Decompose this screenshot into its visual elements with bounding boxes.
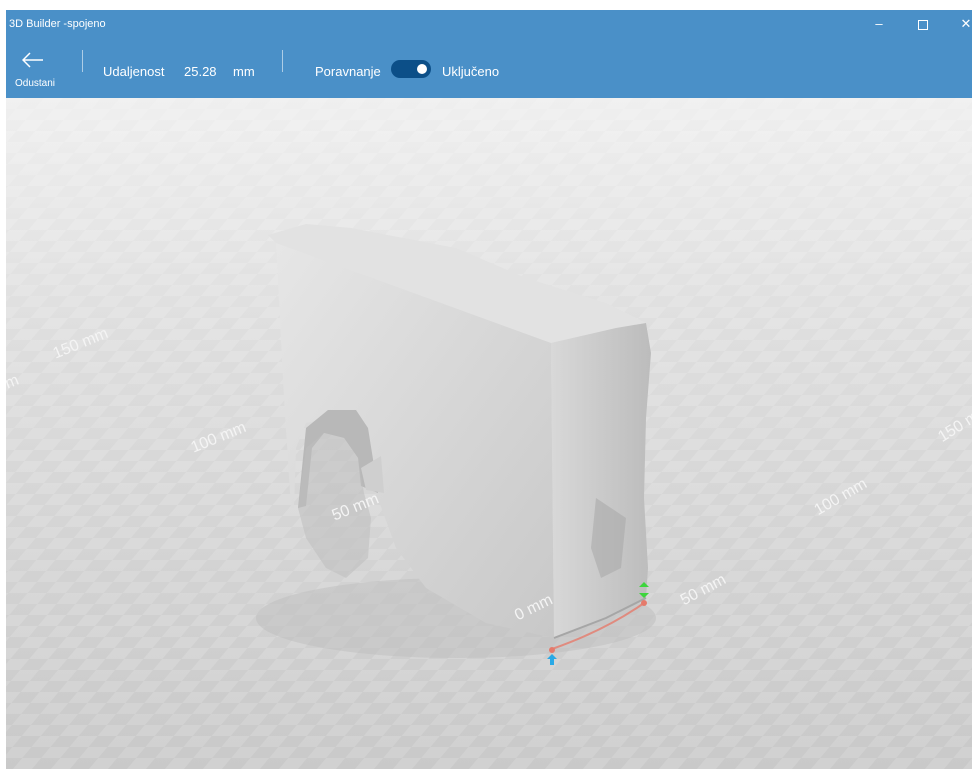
toolbar-divider — [82, 50, 83, 72]
measure-end-point[interactable] — [641, 600, 647, 606]
measure-toolbar: Odustani Udaljenost 25.28 mm Poravnanje … — [6, 40, 972, 98]
distance-label: Udaljenost — [103, 64, 165, 79]
scene-canvas[interactable] — [6, 98, 972, 769]
app-window: 3D Builder -spojeno – ✕ Odustani Udaljen… — [6, 10, 972, 769]
distance-value: 25.28 — [184, 64, 217, 79]
measure-start-point[interactable] — [549, 647, 555, 653]
close-button[interactable]: ✕ — [954, 14, 972, 34]
back-arrow-icon — [22, 52, 43, 68]
maximize-icon — [918, 19, 928, 30]
maximize-button[interactable] — [911, 14, 935, 34]
distance-unit: mm — [233, 64, 255, 79]
toggle-knob — [417, 64, 427, 74]
app-title: 3D Builder -spojeno — [9, 18, 106, 30]
minimize-icon: – — [875, 16, 883, 31]
close-icon: ✕ — [960, 16, 972, 31]
align-toggle[interactable] — [391, 60, 431, 78]
cancel-button[interactable]: Odustani — [6, 44, 64, 94]
align-label: Poravnanje — [315, 64, 381, 79]
align-state: Uključeno — [442, 64, 500, 79]
3d-viewport[interactable]: 150 mm 100 mm 50 mm 0 mm 50 mm 100 mm 15… — [6, 98, 972, 769]
cancel-label: Odustani — [14, 78, 56, 89]
title-bar: 3D Builder -spojeno – ✕ — [6, 10, 972, 40]
toolbar-divider — [282, 50, 283, 72]
minimize-button[interactable]: – — [867, 14, 891, 34]
